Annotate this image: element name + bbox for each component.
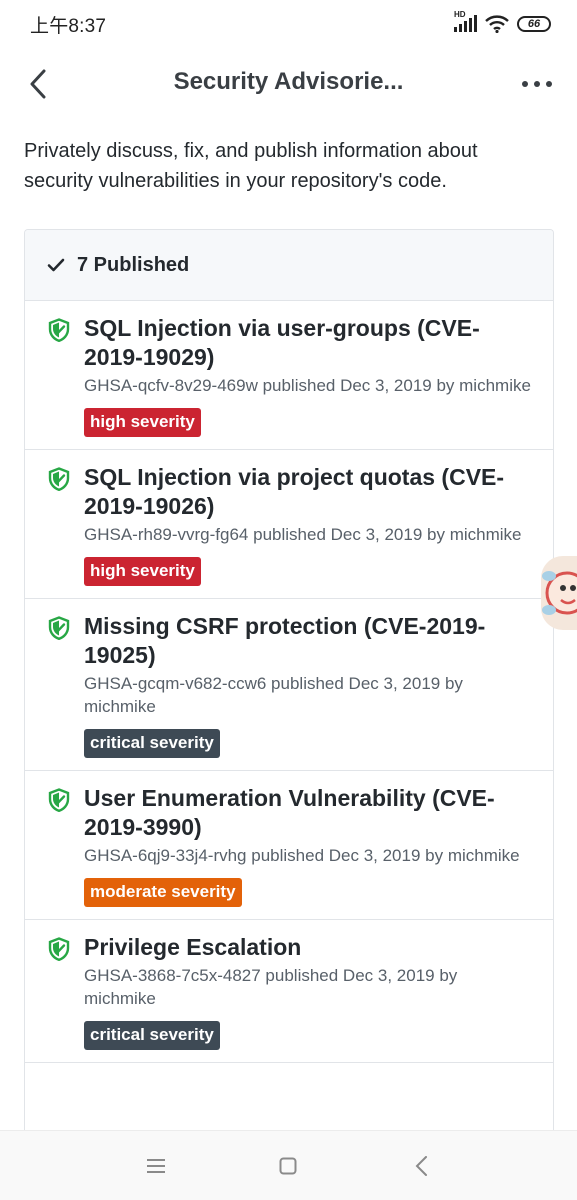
severity-badge: high severity bbox=[84, 557, 201, 586]
back-triangle-icon bbox=[415, 1155, 427, 1176]
advisory-meta: GHSA-3868-7c5x-4827 published Dec 3, 201… bbox=[84, 966, 458, 1008]
shield-check-icon bbox=[48, 616, 70, 640]
advisory-list: 7 Published SQL Injection via user-group… bbox=[24, 229, 554, 1139]
advisory-item[interactable]: Missing CSRF protection (CVE-2019-19025)… bbox=[25, 599, 553, 771]
advisory-title[interactable]: SQL Injection via user-groups (CVE-2019-… bbox=[84, 314, 533, 372]
mascot-icon bbox=[542, 571, 577, 615]
floating-assistant-icon[interactable] bbox=[541, 556, 577, 630]
shield-check-icon bbox=[48, 788, 70, 812]
severity-badge: moderate severity bbox=[84, 878, 242, 907]
advisory-item[interactable]: SQL Injection via project quotas (CVE-20… bbox=[25, 450, 553, 599]
battery-level: 66 bbox=[527, 18, 541, 30]
nav-home-button[interactable] bbox=[268, 1146, 308, 1186]
check-icon bbox=[47, 258, 65, 272]
advisory-meta: GHSA-rh89-vvrg-fg64 published Dec 3, 201… bbox=[84, 525, 522, 544]
published-filter[interactable]: 7 Published bbox=[25, 230, 553, 301]
square-icon bbox=[279, 1157, 297, 1174]
screen: 上午8:37 HD 66 Security Advisorie... Priva… bbox=[0, 0, 577, 1200]
menu-icon bbox=[147, 1158, 166, 1173]
advisory-title[interactable]: Missing CSRF protection (CVE-2019-19025) bbox=[84, 612, 533, 670]
battery-icon: 66 bbox=[517, 16, 551, 32]
advisory-meta: GHSA-gcqm-v682-ccw6 published Dec 3, 201… bbox=[84, 674, 463, 716]
shield-check-icon bbox=[48, 937, 70, 961]
system-nav-bar bbox=[0, 1130, 577, 1200]
nav-back-button[interactable] bbox=[401, 1146, 441, 1186]
severity-badge: critical severity bbox=[84, 729, 220, 758]
status-icons: HD 66 bbox=[454, 10, 551, 33]
advisory-title[interactable]: SQL Injection via project quotas (CVE-20… bbox=[84, 463, 533, 521]
wifi-icon bbox=[485, 15, 509, 33]
severity-badge: high severity bbox=[84, 408, 201, 437]
advisory-meta: GHSA-6qj9-33j4-rvhg published Dec 3, 201… bbox=[84, 846, 520, 865]
signal-icon: HD bbox=[454, 10, 477, 32]
status-time: 上午8:37 bbox=[30, 15, 107, 37]
shield-check-icon bbox=[48, 318, 70, 342]
advisory-item[interactable]: User Enumeration Vulnerability (CVE-2019… bbox=[25, 771, 553, 920]
published-count-label: 7 Published bbox=[77, 253, 190, 276]
network-type-label: HD bbox=[454, 10, 466, 19]
advisory-item[interactable]: Privilege Escalation GHSA-3868-7c5x-4827… bbox=[25, 920, 553, 1063]
more-horizontal-icon bbox=[522, 81, 528, 87]
more-options-button[interactable] bbox=[517, 70, 557, 98]
advisory-title[interactable]: Privilege Escalation bbox=[84, 933, 533, 962]
advisory-meta: GHSA-qcfv-8v29-469w published Dec 3, 201… bbox=[84, 376, 531, 395]
status-bar: 上午8:37 HD 66 bbox=[0, 0, 577, 48]
intro-text: Privately discuss, fix, and publish info… bbox=[24, 140, 478, 192]
shield-check-icon bbox=[48, 467, 70, 491]
nav-menu-button[interactable] bbox=[136, 1146, 176, 1186]
severity-badge: critical severity bbox=[84, 1021, 220, 1050]
advisory-title[interactable]: User Enumeration Vulnerability (CVE-2019… bbox=[84, 784, 533, 842]
page-title: Security Advisorie... bbox=[173, 68, 404, 95]
advisory-item[interactable]: SQL Injection via user-groups (CVE-2019-… bbox=[25, 301, 553, 450]
app-bar: Security Advisorie... bbox=[0, 48, 577, 120]
